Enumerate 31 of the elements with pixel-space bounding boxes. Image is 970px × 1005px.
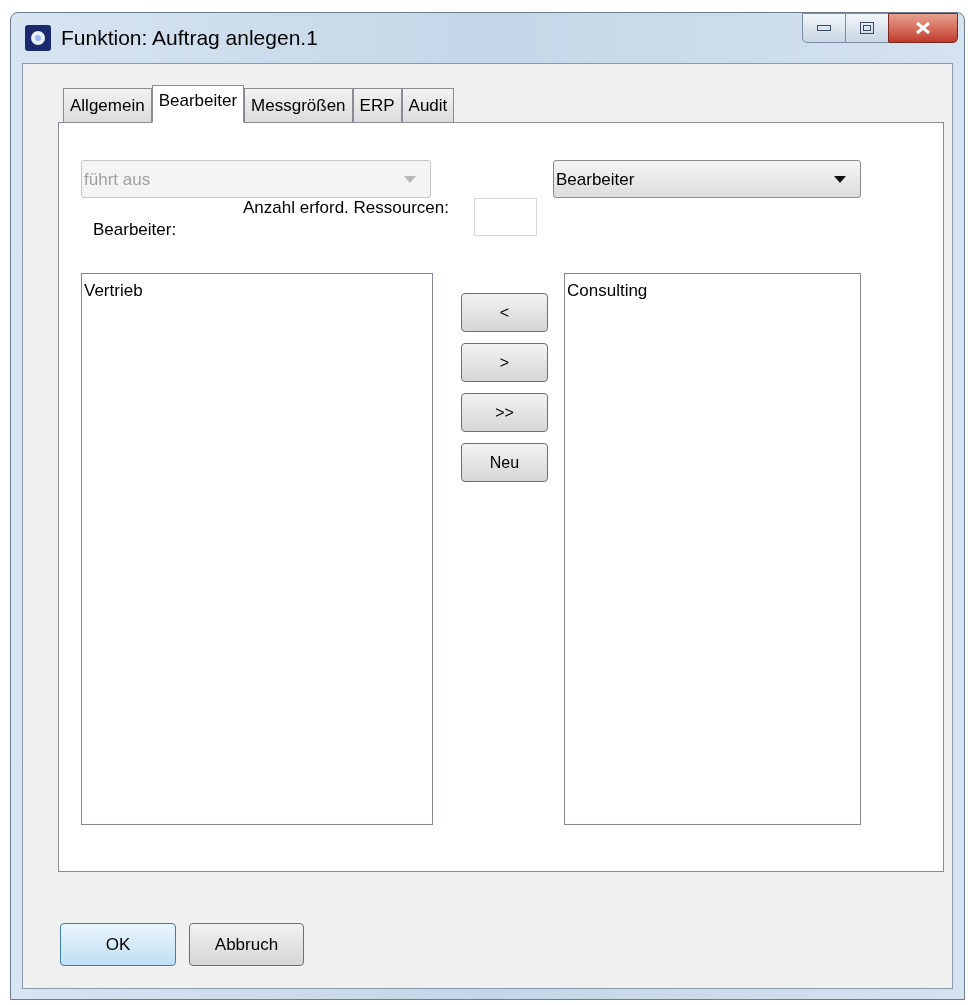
tab[interactable]: Messgrößen bbox=[244, 88, 353, 122]
app-icon bbox=[25, 25, 51, 51]
move-button[interactable]: >> bbox=[461, 393, 548, 432]
minimize-icon bbox=[817, 25, 831, 31]
dropdown-arrow-icon bbox=[404, 175, 416, 183]
type-dropdown[interactable]: Bearbeiter bbox=[553, 160, 861, 198]
combo-value: Bearbeiter bbox=[556, 170, 635, 188]
dialog-button[interactable]: Abbruch bbox=[189, 923, 304, 966]
combo-value: führt aus bbox=[84, 170, 151, 188]
maximize-icon bbox=[860, 22, 874, 34]
minimize-button[interactable] bbox=[802, 13, 846, 43]
close-icon bbox=[915, 21, 931, 35]
tab[interactable]: Audit bbox=[401, 88, 455, 122]
resources-label: Anzahl erford. Ressourcen: bbox=[243, 197, 449, 219]
list-item[interactable]: Consulting bbox=[567, 280, 858, 302]
tab[interactable]: ERP bbox=[352, 88, 402, 122]
move-button[interactable]: Neu bbox=[461, 443, 548, 482]
move-button[interactable]: > bbox=[461, 343, 548, 382]
tab[interactable]: Bearbeiter bbox=[151, 85, 245, 123]
window-title: Funktion: Auftrag anlegen.1 bbox=[61, 25, 318, 52]
dialog-button[interactable]: OK bbox=[60, 923, 176, 966]
maximize-button[interactable] bbox=[846, 13, 888, 43]
assigned-list[interactable]: Vertrieb bbox=[81, 273, 433, 825]
close-button[interactable] bbox=[888, 13, 958, 43]
assigned-label: Bearbeiter: bbox=[93, 219, 178, 241]
move-button[interactable]: < bbox=[461, 293, 548, 332]
resources-input[interactable] bbox=[474, 198, 537, 236]
list-item[interactable]: Vertrieb bbox=[84, 280, 430, 302]
dropdown-arrow-icon bbox=[834, 175, 846, 183]
available-list[interactable]: Consulting bbox=[564, 273, 861, 825]
tab[interactable]: Allgemein bbox=[63, 88, 152, 122]
